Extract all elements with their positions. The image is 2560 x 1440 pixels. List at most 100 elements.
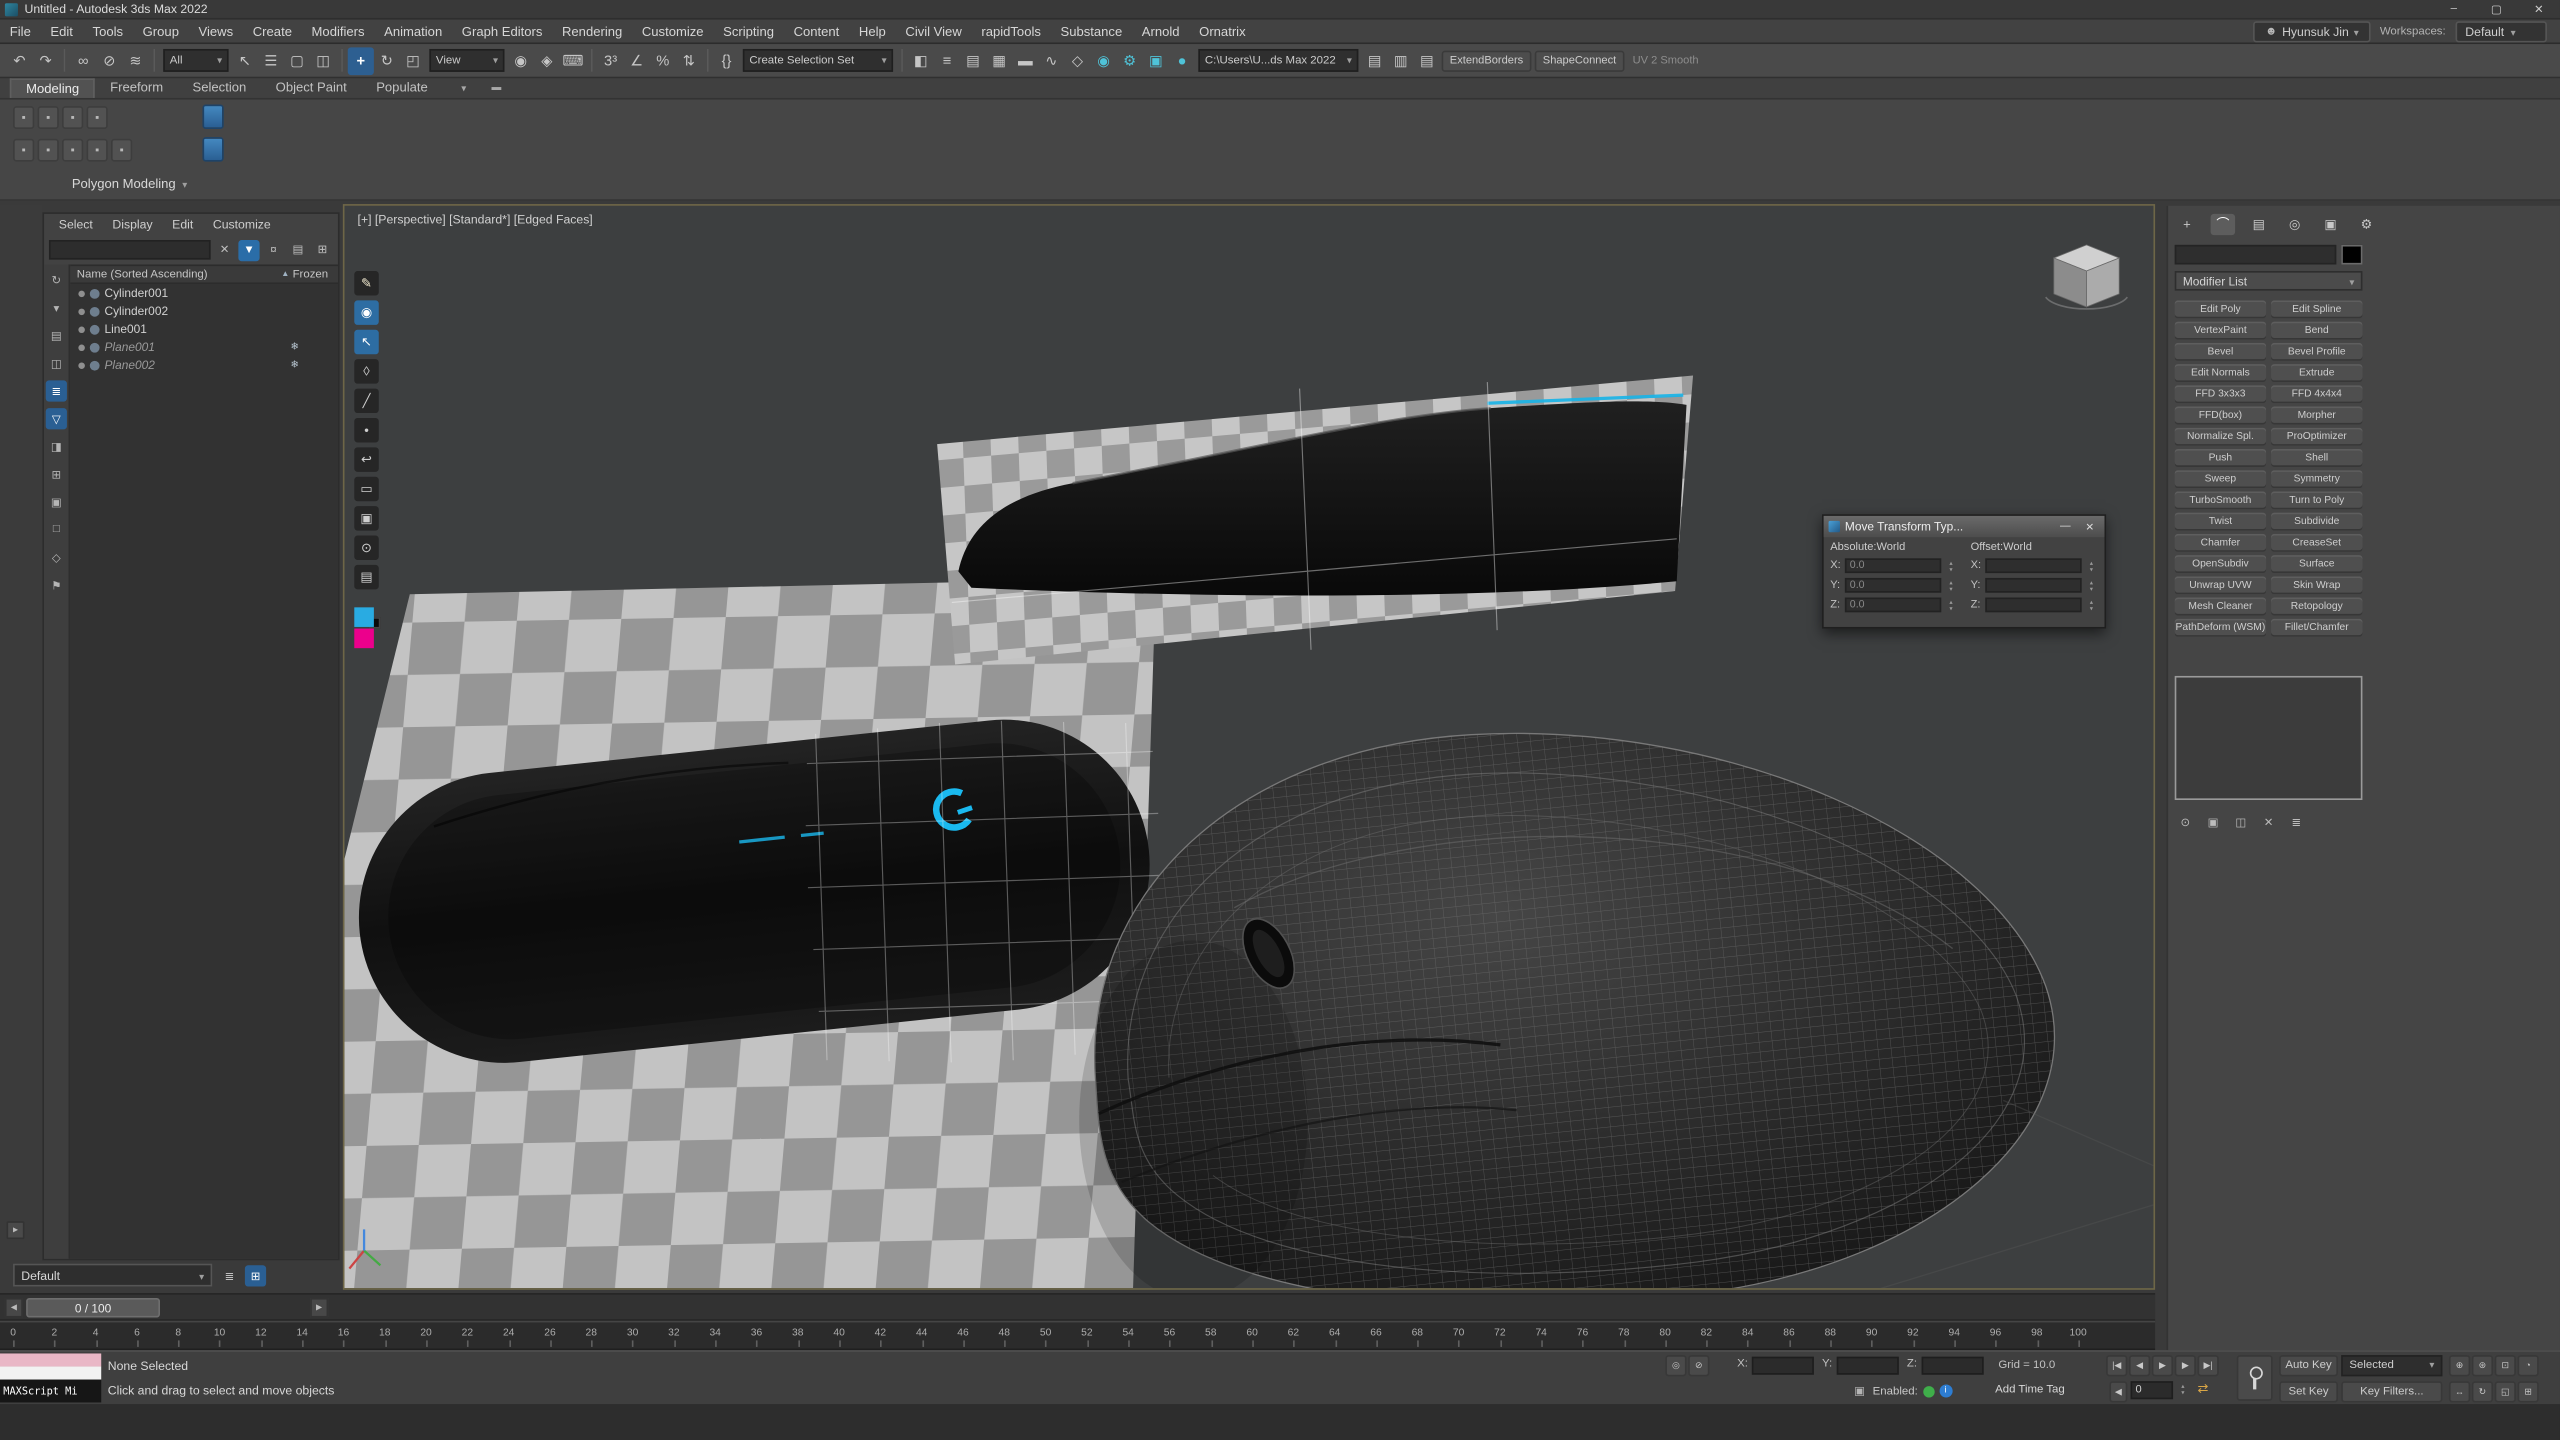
tag-icon[interactable]: ◊ xyxy=(354,359,378,383)
object-color-swatch[interactable] xyxy=(2341,245,2362,265)
menu-item[interactable]: rapidTools xyxy=(972,24,1051,39)
viewport[interactable]: [+] [Perspective] [Standard*] [Edged Fac… xyxy=(343,204,2155,1290)
bind-to-space-warp-icon[interactable]: ≋ xyxy=(122,47,148,75)
object-row[interactable]: Cylinder002 xyxy=(70,302,338,320)
absolute-z-field[interactable]: 0.0 xyxy=(1845,598,1941,613)
project-path-dropdown[interactable]: C:\Users\U...ds Max 2022 xyxy=(1198,49,1358,72)
toggle-scene-explorer-icon[interactable]: ▤ xyxy=(960,47,986,75)
explorer-menu-item[interactable]: Display xyxy=(104,217,160,232)
select-and-move-icon[interactable]: + xyxy=(348,47,374,75)
visibility-dot-icon[interactable] xyxy=(78,290,85,297)
pin-stack-icon[interactable]: ⊙ xyxy=(2175,813,2196,833)
ribbon-tool-icon[interactable]: ▪ xyxy=(62,139,83,162)
status-green-icon[interactable] xyxy=(1923,1385,1934,1396)
isolate-selection-icon[interactable]: ◎ xyxy=(1665,1355,1686,1376)
measure-icon[interactable]: ╱ xyxy=(354,389,378,413)
maxscript-mini-listener[interactable]: MAXScript Mi xyxy=(0,1353,101,1402)
delete-icon[interactable]: ▭ xyxy=(354,477,378,501)
modifier-button[interactable]: Subdivide xyxy=(2271,513,2362,531)
macro-recorder-row[interactable] xyxy=(0,1353,101,1366)
explorer-preset-dropdown[interactable]: Default xyxy=(13,1264,212,1287)
percent-snap-icon[interactable]: % xyxy=(650,47,676,75)
spinner-snap-icon[interactable]: ⇅ xyxy=(676,47,702,75)
ribbon-tool-icon[interactable]: ▪ xyxy=(87,139,108,162)
explorer-settings-icon[interactable]: ≣ xyxy=(46,380,67,401)
menu-item[interactable]: Graph Editors xyxy=(452,24,552,39)
menu-item[interactable]: Rendering xyxy=(552,24,632,39)
modifier-button[interactable]: ProOptimizer xyxy=(2271,428,2362,446)
menu-item[interactable]: Group xyxy=(133,24,189,39)
object-row[interactable]: Plane001 ❄ xyxy=(70,338,338,356)
time-slider-handle[interactable]: 0 / 100 xyxy=(26,1298,160,1318)
show-end-result-icon[interactable]: ▣ xyxy=(2202,813,2223,833)
explorer-flag-icon[interactable]: ⚑ xyxy=(46,575,67,596)
offset-y-field[interactable] xyxy=(1985,578,2081,593)
frozen-column-header[interactable]: Frozen xyxy=(293,269,329,280)
motion-tab-icon[interactable]: ◎ xyxy=(2282,214,2306,235)
create-tab-icon[interactable]: + xyxy=(2175,214,2199,235)
footer-grid-icon[interactable]: ⊞ xyxy=(245,1265,266,1286)
modify-mode-icon[interactable] xyxy=(202,137,223,161)
modifier-button[interactable]: FFD 4x4x4 xyxy=(2271,385,2362,403)
explorer-columns-icon[interactable]: ◫ xyxy=(46,353,67,374)
previous-key-icon[interactable]: ◀ xyxy=(2109,1381,2127,1402)
explorer-diamond-icon[interactable]: ◇ xyxy=(46,547,67,568)
remove-modifier-icon[interactable]: ✕ xyxy=(2258,813,2279,833)
toggle-layer-explorer-icon[interactable]: ▦ xyxy=(986,47,1012,75)
modifier-button[interactable]: FFD 3x3x3 xyxy=(2175,385,2266,403)
modify-tab-icon[interactable]: ⌒ xyxy=(2211,214,2235,235)
polygon-modeling-dropdown[interactable]: Polygon Modeling xyxy=(72,176,187,191)
curve-editor-icon[interactable]: ∿ xyxy=(1038,47,1064,75)
zoom-all-icon[interactable]: ⊛ xyxy=(2472,1355,2493,1376)
configure-sets-icon[interactable]: ≣ xyxy=(2286,813,2307,833)
previous-frame-arrow-icon[interactable]: ◀ xyxy=(5,1298,23,1318)
modifier-button[interactable]: Twist xyxy=(2175,513,2266,531)
modifier-button[interactable]: PathDeform (WSM) xyxy=(2175,619,2266,637)
workspace-dropdown[interactable]: Default xyxy=(2456,20,2547,41)
user-account-button[interactable]: ☻ Hyunsuk Jin xyxy=(2254,20,2370,41)
menu-item[interactable]: Customize xyxy=(632,24,713,39)
play-icon[interactable]: ▶ xyxy=(2152,1355,2173,1376)
viewport-label[interactable]: [+] [Perspective] [Standard*] [Edged Fac… xyxy=(358,212,593,227)
dialog-close-icon[interactable]: ✕ xyxy=(2080,520,2100,533)
degradation-icon[interactable]: ▣ xyxy=(1851,1383,1867,1399)
modifier-button[interactable]: Extrude xyxy=(2271,364,2362,382)
explorer-refresh-icon[interactable]: ↻ xyxy=(46,269,67,290)
modifier-button[interactable]: Edit Poly xyxy=(2175,300,2266,318)
modifier-button[interactable]: Bend xyxy=(2271,322,2362,340)
menu-item[interactable]: Scripting xyxy=(713,24,783,39)
zoom-icon[interactable]: ⊕ xyxy=(2449,1355,2470,1376)
absolute-x-field[interactable]: 0.0 xyxy=(1845,558,1941,573)
reference-coordinate-dropdown[interactable]: View xyxy=(429,49,504,72)
utilities-tab-icon[interactable]: ⚙ xyxy=(2354,214,2378,235)
undo-icon[interactable]: ↶ xyxy=(7,47,33,75)
object-row[interactable]: Plane002 ❄ xyxy=(70,356,338,374)
modifier-button[interactable]: Shell xyxy=(2271,449,2362,467)
select-and-scale-icon[interactable]: ◰ xyxy=(400,47,426,75)
cyan-swatch[interactable] xyxy=(354,607,374,627)
notes-icon[interactable]: ▤ xyxy=(354,565,378,589)
material-editor-icon[interactable]: ◉ xyxy=(1091,47,1117,75)
ribbon-tab[interactable]: Modeling xyxy=(10,78,96,98)
spinner-icon[interactable] xyxy=(2085,579,2098,592)
ribbon-tool-icon[interactable]: ▪ xyxy=(13,106,34,129)
ribbon-tab[interactable]: Populate xyxy=(362,78,443,98)
modifier-button[interactable]: CreaseSet xyxy=(2271,534,2362,552)
filter-funnel-icon[interactable]: ▽ xyxy=(46,408,67,429)
macro-icon-3[interactable]: ▤ xyxy=(1414,47,1440,75)
modifier-button[interactable]: Turn to Poly xyxy=(2271,491,2362,509)
point-icon[interactable]: • xyxy=(354,418,378,442)
mirror-icon[interactable]: ◧ xyxy=(908,47,934,75)
explorer-menu-item[interactable]: Select xyxy=(51,217,101,232)
window-crossing-icon[interactable]: ◫ xyxy=(310,47,336,75)
frame-spinner-icon[interactable] xyxy=(2176,1383,2189,1396)
display-tab-icon[interactable]: ▣ xyxy=(2318,214,2342,235)
keyboard-override-icon[interactable]: ⌨ xyxy=(560,47,586,75)
go-to-end-icon[interactable]: ▶| xyxy=(2198,1355,2219,1376)
modifier-button[interactable]: VertexPaint xyxy=(2175,322,2266,340)
auto-key-button[interactable]: Auto Key xyxy=(2279,1355,2338,1376)
macro-icon-2[interactable]: ▥ xyxy=(1388,47,1414,75)
modifier-button[interactable]: Edit Normals xyxy=(2175,364,2266,382)
grid-view-icon[interactable]: ⊞ xyxy=(312,239,333,260)
pan-icon[interactable]: ↔ xyxy=(2449,1381,2470,1402)
